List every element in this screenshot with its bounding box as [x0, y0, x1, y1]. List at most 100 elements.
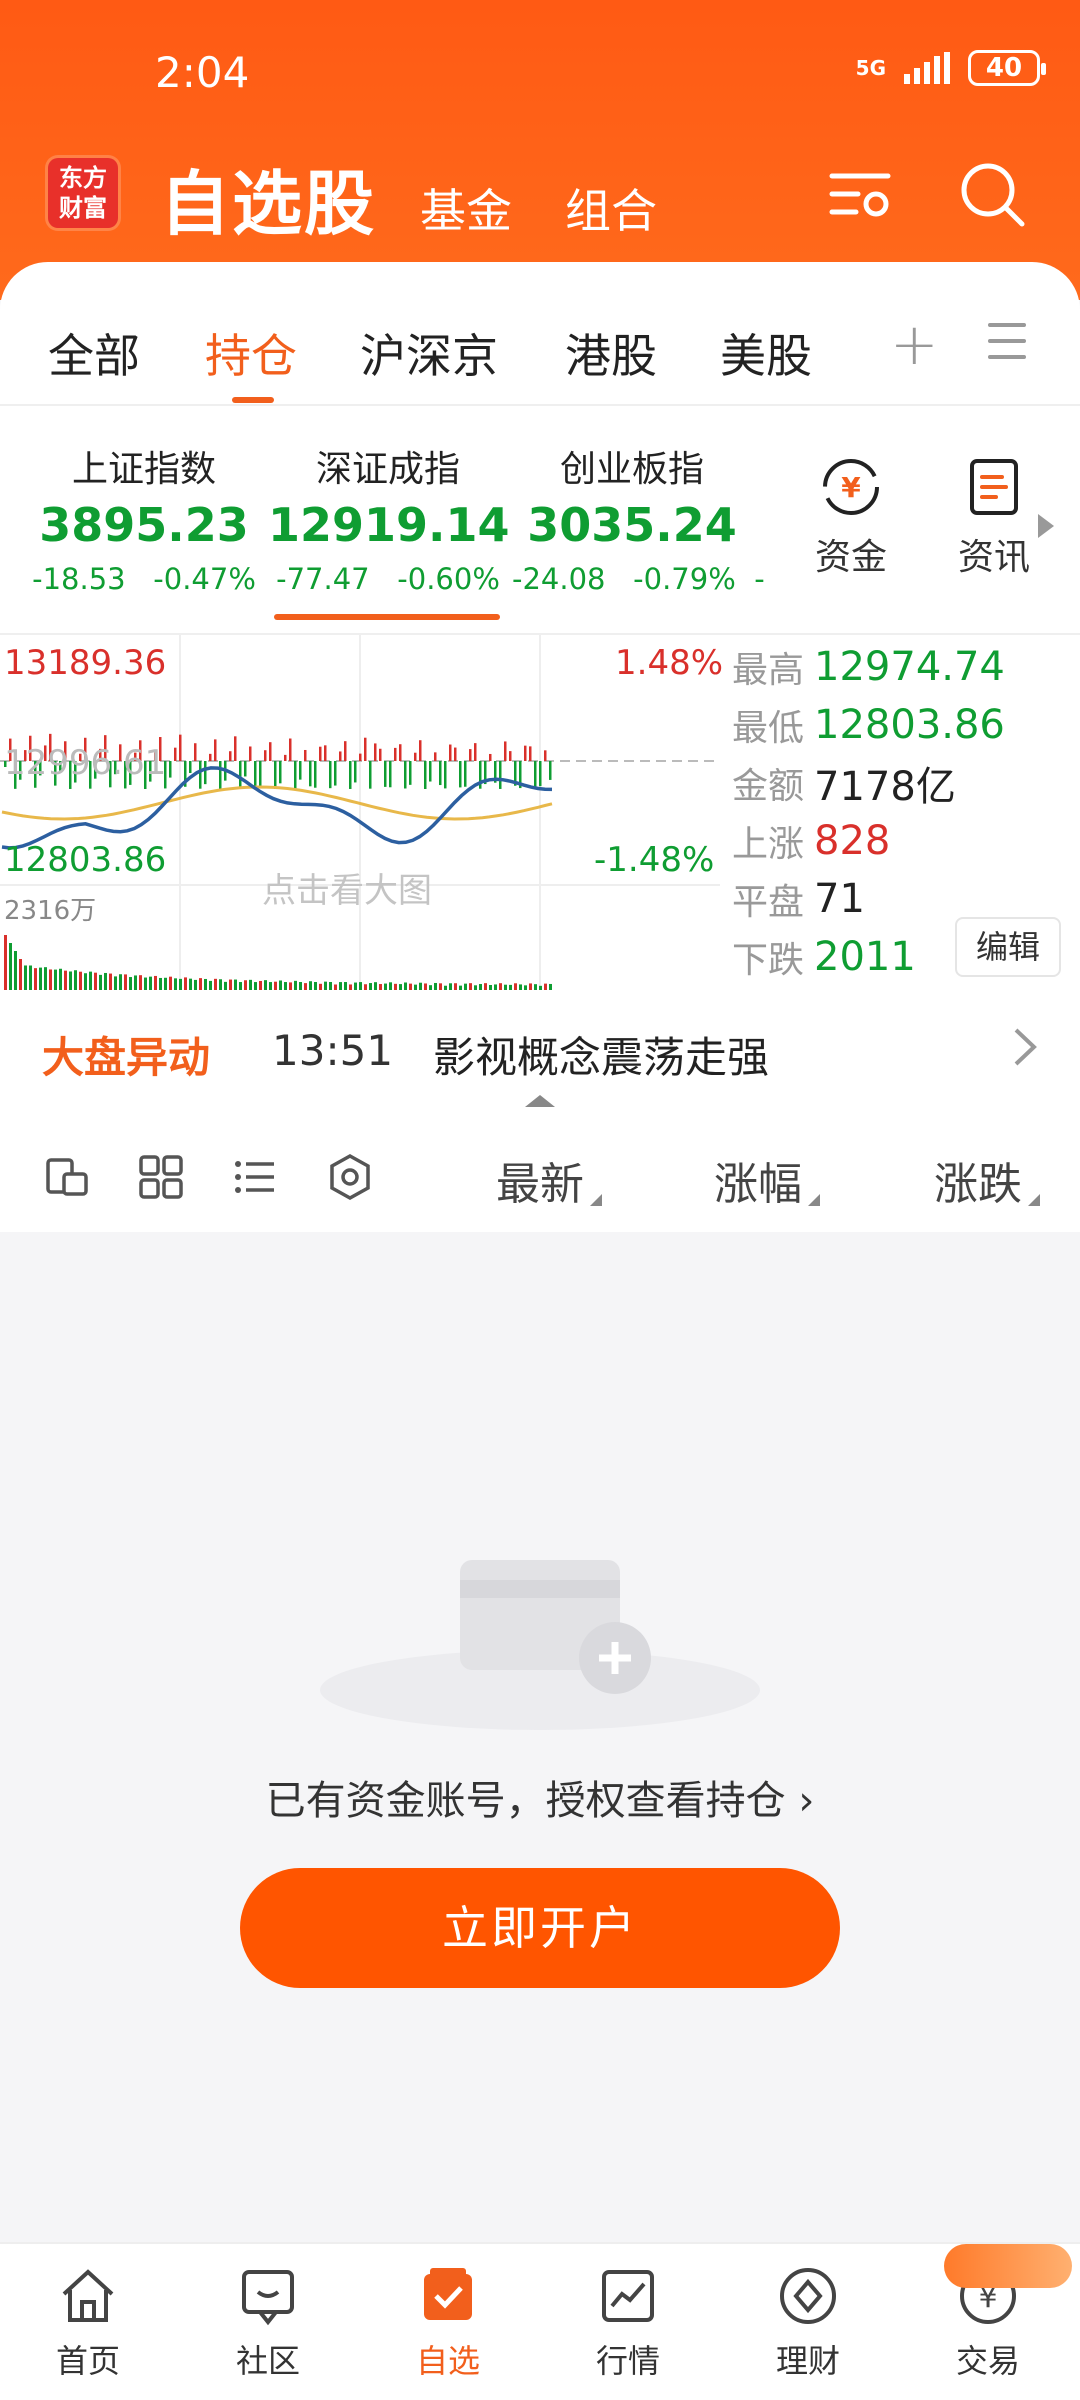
volume-bar: [279, 980, 282, 990]
tick-bar: [339, 751, 342, 761]
index-change-pct: -0.79%: [633, 562, 736, 596]
tick-bar: [439, 761, 442, 786]
scroll-right-icon[interactable]: [1036, 512, 1056, 540]
volume-bar: [384, 983, 387, 990]
volume-bar: [29, 965, 32, 990]
page-title[interactable]: 自选股: [160, 148, 376, 249]
volume-bar: [464, 983, 467, 990]
tick-bar: [414, 752, 417, 761]
promo-badge[interactable]: [944, 2244, 1072, 2288]
header-tab-portfolio[interactable]: 组合: [565, 175, 657, 241]
volume-bar: [34, 968, 37, 990]
tick-bar: [219, 761, 222, 789]
watchlist-icon: [424, 2268, 472, 2320]
tick-bar: [189, 761, 192, 774]
grid-view-icon[interactable]: [136, 1152, 186, 1202]
volume-bar: [49, 969, 52, 990]
volume-bar: [134, 975, 137, 990]
tab-hk-stocks[interactable]: 港股: [565, 320, 657, 386]
header-tab-fund[interactable]: 基金: [420, 175, 512, 241]
app-logo: 东方 财富: [48, 158, 118, 228]
news-icon: [970, 459, 1018, 515]
list-view-icon[interactable]: [230, 1152, 280, 1202]
sort-change-pct[interactable]: 涨幅: [714, 1148, 820, 1212]
index-card-shenzhen[interactable]: 深证成指 12919.14 -77.47 -0.60%: [268, 440, 510, 596]
fund-flow-icon: ¥: [823, 459, 879, 515]
volume-bar: [14, 951, 17, 990]
volume-bar: [314, 981, 317, 990]
tick-bar: [229, 751, 232, 761]
stat-amount: 金额 7178亿: [732, 754, 1005, 812]
index-card-shanghai[interactable]: 上证指数 3895.23 -18.53 -0.47%: [24, 440, 264, 596]
volume-bar: [109, 973, 112, 990]
collapse-toggle[interactable]: [488, 1087, 592, 1115]
volume-bar: [469, 983, 472, 990]
nav-community[interactable]: 社区: [208, 2264, 328, 2382]
volume-bar: [274, 981, 277, 990]
sort-change[interactable]: 涨跌: [934, 1148, 1040, 1212]
tick-bar: [234, 736, 237, 761]
volume-bar: [409, 983, 412, 990]
tick-bar: [314, 761, 317, 788]
volume-bar: [449, 983, 452, 990]
stat-low: 最低 12803.86: [732, 696, 1005, 754]
volume-bar: [199, 978, 202, 990]
tick-bar: [194, 743, 197, 761]
chart-high-pct: 1.48%: [615, 643, 724, 683]
tick-bar: [529, 746, 532, 761]
tab-us-stocks[interactable]: 美股: [720, 320, 812, 386]
nav-label: 自选: [415, 2342, 480, 2380]
nav-wealth[interactable]: 理财: [748, 2264, 868, 2382]
volume-bar: [444, 985, 447, 990]
search-icon[interactable]: [958, 160, 1028, 230]
nav-home[interactable]: 首页: [28, 2264, 148, 2382]
index-card-chinext[interactable]: 创业板指 3035.24 -24.08 -0.79% -: [512, 440, 765, 596]
tick-bar: [364, 737, 367, 761]
fund-flow-button[interactable]: ¥ 资金: [815, 455, 887, 580]
nav-market[interactable]: 行情: [568, 2264, 688, 2382]
tab-holdings[interactable]: 持仓: [205, 320, 297, 386]
index-change-pct: -0.47%: [153, 562, 256, 596]
volume-bar: [429, 985, 432, 990]
status-time: 2:04: [155, 48, 250, 97]
volume-bar: [419, 982, 422, 990]
volume-bar: [534, 984, 537, 990]
list-settings-icon[interactable]: [826, 160, 896, 230]
settings-icon[interactable]: [325, 1152, 375, 1202]
tab-shanghai-shenzhen[interactable]: 沪深京: [360, 320, 498, 386]
stat-value: 828: [814, 818, 891, 864]
tick-bar: [459, 761, 462, 788]
tab-menu-icon[interactable]: [988, 323, 1026, 363]
stat-label: 平盘: [732, 882, 805, 923]
news-button[interactable]: 资讯: [958, 455, 1030, 580]
card-view-icon[interactable]: [42, 1152, 92, 1202]
volume-bar: [434, 982, 437, 990]
nav-label: 行情: [595, 2342, 660, 2380]
volume-bar: [454, 983, 457, 990]
volume-bar: [129, 977, 132, 990]
edit-button[interactable]: 编辑: [955, 917, 1061, 977]
volume-bar: [499, 983, 502, 990]
stat-value: 12974.74: [814, 644, 1005, 690]
stat-label: 上涨: [732, 824, 805, 865]
nav-watchlist[interactable]: 自选: [388, 2264, 508, 2382]
tick-bar: [424, 761, 427, 789]
tab-all[interactable]: 全部: [48, 320, 140, 386]
sort-latest[interactable]: 最新: [496, 1148, 602, 1212]
chart-low-pct: -1.48%: [594, 840, 715, 880]
signal-icon: [904, 52, 950, 84]
volume-bar: [39, 967, 42, 990]
volume-bar: [524, 985, 527, 990]
chart-enlarge-hint[interactable]: 点击看大图: [262, 863, 432, 912]
tick-bar: [304, 749, 307, 761]
nav-label: 交易: [955, 2342, 1020, 2380]
index-intraday-chart[interactable]: 13189.36 1.48% 12996.61 12803.86 -1.48% …: [0, 635, 724, 995]
authorize-link[interactable]: 已有资金账号，授权查看持仓 ›: [0, 1768, 1080, 1826]
tick-bar: [209, 753, 212, 761]
add-tab-icon[interactable]: +: [890, 310, 939, 378]
volume-bar: [184, 977, 187, 990]
tick-bar: [464, 761, 467, 787]
index-change-more: -: [754, 562, 765, 596]
volume-bar: [224, 981, 227, 990]
open-account-button[interactable]: 立即开户: [240, 1868, 840, 1988]
